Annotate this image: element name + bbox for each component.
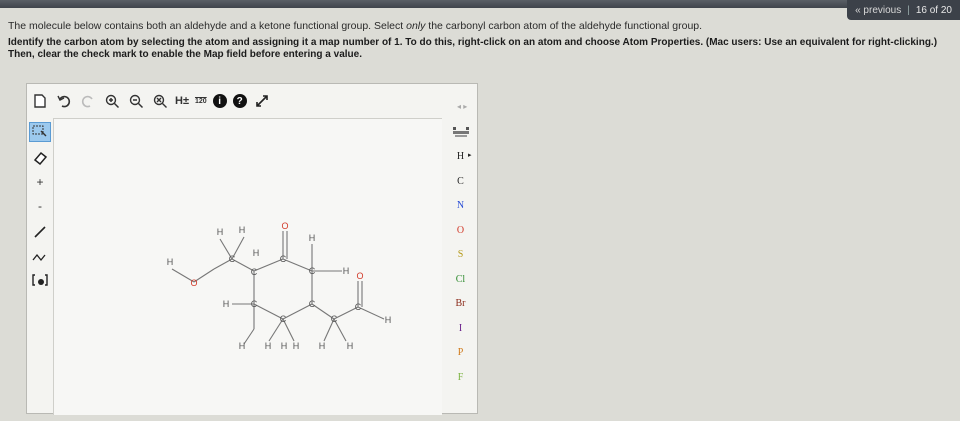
- element-palette: H ▸ C N O S Cl Br I P F: [442, 118, 479, 415]
- question-text: The molecule below contains both an alde…: [8, 20, 953, 61]
- explicit-hydrogens-button[interactable]: H±: [175, 92, 189, 110]
- atom-label[interactable]: C: [355, 302, 362, 312]
- previous-link[interactable]: « previous: [855, 5, 901, 16]
- element-button-o[interactable]: O: [442, 225, 479, 236]
- template-tool-icon[interactable]: [29, 270, 51, 290]
- atom-label[interactable]: H: [217, 227, 224, 237]
- zoom-out-icon[interactable]: [127, 92, 145, 110]
- editor-toolbar: H± 120 i ?: [27, 84, 477, 118]
- atom-label[interactable]: H: [167, 257, 174, 267]
- element-button-n[interactable]: N: [442, 200, 479, 211]
- redo-icon[interactable]: [79, 92, 97, 110]
- question-instruction: Identify the carbon atom by selecting th…: [8, 37, 938, 60]
- new-document-icon[interactable]: [31, 92, 49, 110]
- zoom-in-icon[interactable]: [103, 92, 121, 110]
- top-header-bar: [0, 0, 960, 8]
- atom-label[interactable]: H: [239, 225, 246, 235]
- single-bond-icon[interactable]: [29, 222, 51, 242]
- molecule-editor: H± 120 i ? ◂ ▸ + - H H H C H C C H C H H…: [26, 83, 479, 415]
- atom-label[interactable]: H: [319, 341, 326, 351]
- atom-label[interactable]: H: [293, 341, 300, 351]
- element-button-cl[interactable]: Cl: [442, 274, 479, 285]
- atom-label[interactable]: C: [331, 314, 338, 324]
- increase-charge-button[interactable]: +: [29, 172, 51, 192]
- atom-label[interactable]: C: [280, 254, 287, 264]
- drawing-canvas[interactable]: H H H C H C C H C H H C C C C C H H H H: [53, 118, 442, 415]
- element-button-i[interactable]: I: [442, 323, 479, 334]
- oxygen-atom-label[interactable]: O: [190, 278, 197, 288]
- undo-icon[interactable]: [55, 92, 73, 110]
- question-counter: 16 of 20: [915, 4, 952, 16]
- select-tool-icon[interactable]: [29, 122, 51, 142]
- eraser-icon[interactable]: [29, 148, 51, 168]
- decrease-charge-button[interactable]: -: [29, 196, 51, 216]
- question-navigation: « previous | 16 of 20: [847, 0, 960, 20]
- atom-label[interactable]: H: [347, 341, 354, 351]
- element-button-c[interactable]: C: [442, 176, 479, 187]
- atom-label[interactable]: C: [251, 267, 258, 277]
- element-button-s[interactable]: S: [442, 249, 479, 260]
- left-toolbar: + -: [27, 118, 53, 415]
- element-button-br[interactable]: Br: [442, 298, 479, 309]
- atom-label[interactable]: H: [309, 233, 316, 243]
- atom-label[interactable]: H: [281, 341, 288, 351]
- element-button-p[interactable]: P: [442, 347, 479, 358]
- h-dropdown-arrow-icon[interactable]: ▸: [468, 151, 472, 159]
- atom-label[interactable]: C: [229, 254, 236, 264]
- zoom-reset-icon[interactable]: [151, 92, 169, 110]
- question-intro: The molecule below contains both an alde…: [8, 20, 953, 33]
- oxygen-atom-label[interactable]: O: [281, 221, 288, 231]
- atom-label[interactable]: C: [251, 299, 258, 309]
- intro-text-1: The molecule below contains both an alde…: [8, 20, 407, 32]
- atom-label[interactable]: H: [265, 341, 272, 351]
- atom-map-button[interactable]: 120: [195, 92, 207, 110]
- atom-label[interactable]: C: [309, 299, 316, 309]
- intro-emphasis: only: [406, 20, 426, 32]
- panel-scroll-arrows-icon[interactable]: ◂ ▸: [457, 102, 467, 111]
- molecule-structure: H H H C H C C H C H H C C C C C H H H H: [167, 221, 392, 351]
- chain-tool-icon[interactable]: [29, 246, 51, 266]
- atom-label[interactable]: H: [223, 299, 230, 309]
- element-button-h[interactable]: H: [442, 151, 479, 162]
- atom-label[interactable]: H: [239, 341, 246, 351]
- atom-label[interactable]: H: [385, 315, 392, 325]
- fullscreen-icon[interactable]: [253, 92, 271, 110]
- atom-label[interactable]: C: [280, 314, 287, 324]
- element-button-f[interactable]: F: [442, 372, 479, 383]
- info-button[interactable]: i: [212, 94, 227, 108]
- nav-separator: |: [907, 4, 910, 16]
- atom-label[interactable]: H: [343, 266, 350, 276]
- intro-text-2: the carbonyl carbon atom of the aldehyde…: [425, 20, 703, 32]
- atom-label[interactable]: H: [253, 248, 260, 258]
- oxygen-atom-label[interactable]: O: [356, 271, 363, 281]
- atom-label[interactable]: C: [309, 266, 316, 276]
- periodic-table-icon[interactable]: [442, 126, 479, 141]
- help-button[interactable]: ?: [232, 94, 247, 108]
